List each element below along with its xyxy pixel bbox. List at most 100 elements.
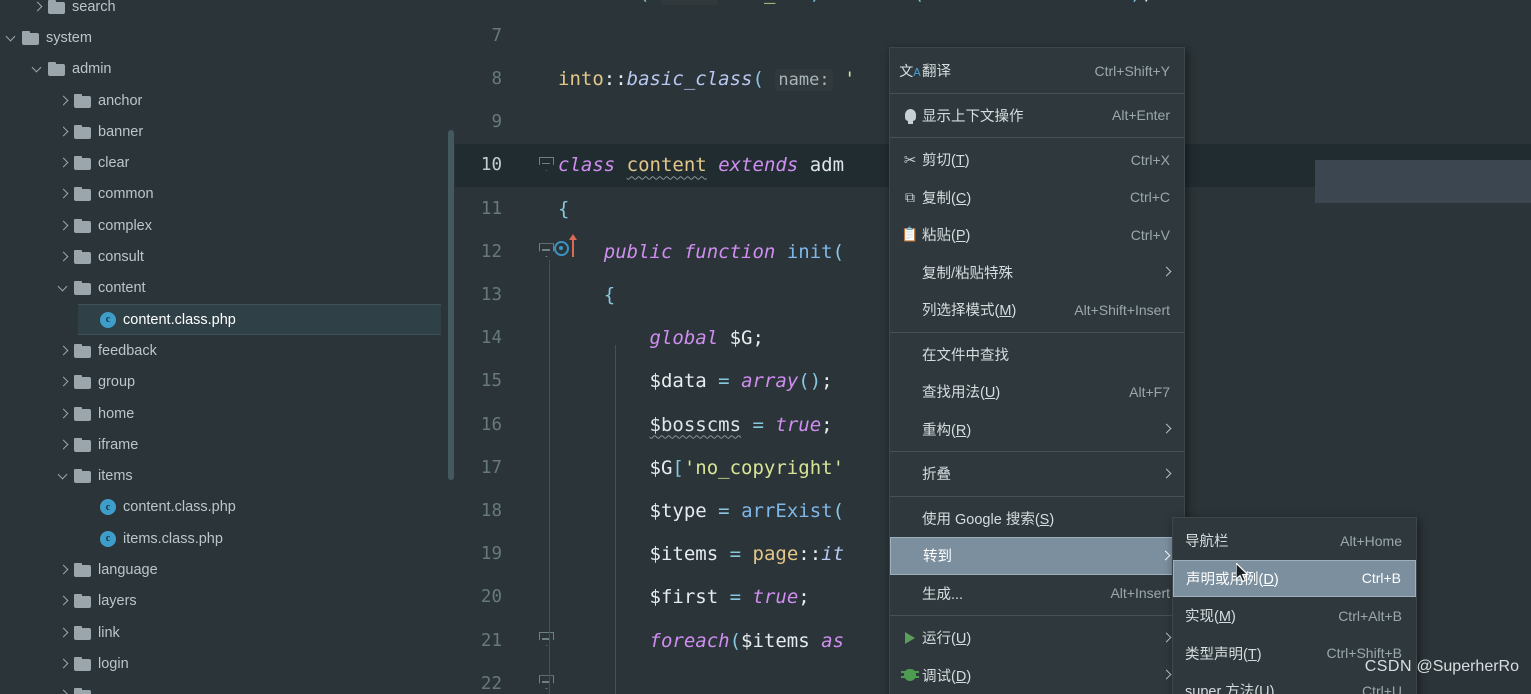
tree-folder-item[interactable]: common [52, 179, 441, 210]
chevron-down-icon[interactable] [56, 468, 72, 484]
menu-item-shortcut: Ctrl+U [1361, 682, 1402, 694]
menu-item-翻译[interactable]: 文A 翻译 Ctrl+Shift+Y [890, 52, 1184, 90]
chevron-right-icon[interactable] [56, 437, 72, 453]
gutter-markers[interactable] [510, 403, 558, 446]
gutter-markers[interactable] [510, 101, 558, 144]
tree-folder-item[interactable]: content [52, 273, 441, 304]
menu-separator [890, 92, 1184, 94]
tree-file-item[interactable]: c content.class.php [78, 492, 441, 523]
chevron-right-icon[interactable] [56, 593, 72, 609]
code-fold-icon[interactable] [539, 157, 554, 171]
chevron-down-icon[interactable] [30, 61, 46, 77]
tree-folder-item[interactable]: group [52, 367, 441, 398]
gutter-markers[interactable] [510, 317, 558, 360]
gutter-markers[interactable] [510, 662, 558, 694]
menu-item-使用Google搜索[interactable]: 使用 Google 搜索(S) [890, 500, 1184, 538]
menu-item-复制[interactable]: ⧉ 复制(C) Ctrl+C [890, 179, 1184, 217]
tree-folder-item[interactable]: iframe [52, 429, 441, 460]
tree-folder-item[interactable]: consult [52, 241, 441, 272]
chevron-right-icon[interactable] [56, 656, 72, 672]
gutter-markers[interactable] [510, 489, 558, 532]
menu-item-实现[interactable]: 实现(M) Ctrl+Alt+B [1173, 597, 1416, 635]
code-fold-icon[interactable] [539, 675, 554, 689]
menu-item-运行[interactable]: 运行(U) [890, 619, 1184, 657]
code-fold-icon[interactable] [539, 632, 554, 646]
menu-item-转到[interactable]: 转到 [890, 537, 1184, 575]
line-number: 19 [480, 544, 502, 565]
code-fold-icon[interactable] [539, 243, 554, 257]
code-text: { [558, 197, 570, 220]
sidebar-scrollbar[interactable] [448, 130, 454, 480]
tree-folder-item[interactable]: clear [52, 147, 441, 178]
folder-icon [74, 250, 91, 265]
menu-item-重构[interactable]: 重构(R) [890, 411, 1184, 449]
chevron-right-icon[interactable] [56, 562, 72, 578]
chevron-down-icon[interactable] [56, 280, 72, 296]
chevron-right-icon[interactable] [56, 93, 72, 109]
tree-folder-item[interactable]: login [52, 648, 441, 679]
tree-folder-item[interactable]: system [0, 22, 441, 53]
chevron-right-icon[interactable] [56, 406, 72, 422]
gutter-markers[interactable] [510, 144, 558, 187]
chevron-right-icon[interactable] [56, 343, 72, 359]
chevron-right-icon[interactable] [56, 249, 72, 265]
chevron-down-icon[interactable] [4, 30, 20, 46]
tree-folder-item[interactable]: admin [26, 54, 441, 85]
tree-folder-item[interactable]: home [52, 398, 441, 429]
chevron-right-icon[interactable] [30, 0, 46, 15]
chevron-right-icon[interactable] [56, 124, 72, 140]
menu-item-label: 查找用法(U) [922, 385, 1001, 402]
menu-item-在文件中查找[interactable]: 在文件中查找 [890, 336, 1184, 374]
tree-folder-item[interactable]: search [26, 0, 441, 22]
project-tree-list: search system admin anchor banner clear common… [0, 0, 455, 694]
menu-item-粘贴[interactable]: 📋 粘贴(P) Ctrl+V [890, 216, 1184, 254]
tree-folder-item[interactable] [52, 680, 441, 694]
gutter-markers[interactable] [510, 57, 558, 100]
menu-item-mnemonic: (U) [951, 631, 972, 648]
gutter-markers[interactable] [510, 187, 558, 230]
gutter-markers[interactable] [510, 360, 558, 403]
tree-folder-item[interactable]: language [52, 554, 441, 585]
menu-item-折叠[interactable]: 折叠 [890, 455, 1184, 493]
menu-item-生成[interactable]: 生成... Alt+Insert [890, 575, 1184, 613]
tree-folder-item[interactable]: complex [52, 210, 441, 241]
editor-context-menu[interactable]: 文A 翻译 Ctrl+Shift+Y 显示上下文操作 Alt+Enter ✂ 剪切(T) Ct… [889, 47, 1185, 694]
chevron-right-icon[interactable] [56, 218, 72, 234]
menu-item-shortcut: Ctrl+C [1129, 189, 1170, 206]
menu-item-复制粘贴特殊[interactable]: 复制/粘贴特殊 [890, 254, 1184, 292]
tree-folder-item[interactable]: layers [52, 586, 441, 617]
chevron-right-icon[interactable] [56, 374, 72, 390]
tree-folder-item[interactable]: anchor [52, 85, 441, 116]
chevron-right-icon[interactable] [56, 625, 72, 641]
chevron-right-icon[interactable] [56, 155, 72, 171]
menu-item-查找用法[interactable]: 查找用法(U) Alt+F7 [890, 373, 1184, 411]
gutter-markers[interactable] [510, 446, 558, 489]
gutter-markers[interactable] [510, 533, 558, 576]
menu-item-label: 复制/粘贴特殊 [922, 265, 1014, 282]
gutter-markers[interactable] [510, 576, 558, 619]
chevron-right-icon[interactable] [56, 186, 72, 202]
menu-item-调试[interactable]: 调试(D) [890, 657, 1184, 694]
menu-item-剪切[interactable]: ✂ 剪切(T) Ctrl+X [890, 141, 1184, 179]
gutter-markers[interactable] [510, 273, 558, 316]
gutter-markers[interactable] [510, 619, 558, 662]
indent-guide [615, 345, 616, 694]
menu-item-列选择模式[interactable]: 列选择模式(M) Alt+Shift+Insert [890, 291, 1184, 329]
tree-file-item[interactable]: c items.class.php [78, 523, 441, 554]
chevron-right-icon[interactable] [56, 687, 72, 694]
gutter-markers[interactable] [510, 230, 577, 273]
menu-separator [890, 137, 1184, 138]
gutter-markers[interactable] [510, 0, 558, 14]
menu-item-声明或用例[interactable]: 声明或用例(D) Ctrl+B [1173, 559, 1416, 597]
menu-item-显示上下文操作[interactable]: 显示上下文操作 Alt+Enter [890, 97, 1184, 135]
tree-folder-item[interactable]: items [52, 460, 441, 491]
code-line[interactable]: 6 defined( name: 'IS_OK') or exit('Access… [455, 0, 1531, 14]
tree-folder-item[interactable]: banner [52, 116, 441, 147]
tree-folder-item[interactable]: feedback [52, 335, 441, 366]
tree-folder-item[interactable]: link [52, 617, 441, 648]
gutter-markers[interactable] [510, 14, 558, 57]
tree-file-item[interactable]: c content.class.php [78, 303, 441, 336]
folder-icon [74, 437, 91, 452]
clipboard-icon: 📋 [901, 226, 919, 243]
menu-item-导航栏[interactable]: 导航栏 Alt+Home [1173, 522, 1416, 560]
